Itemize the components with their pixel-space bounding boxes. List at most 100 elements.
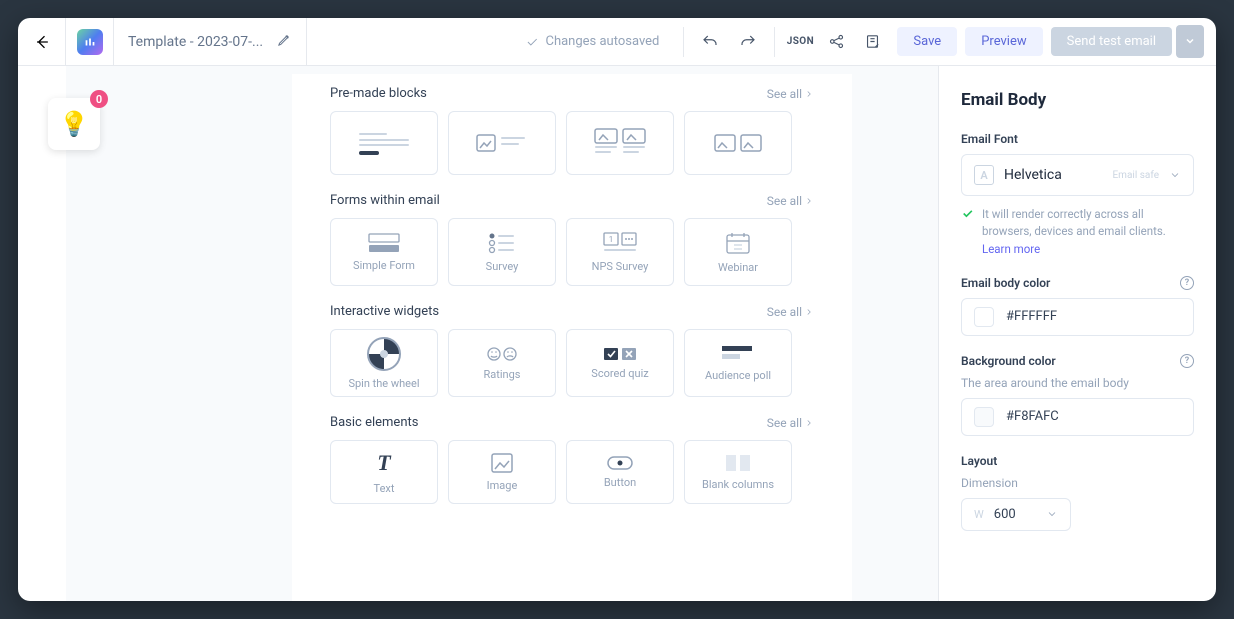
arrow-left-icon <box>32 32 52 52</box>
edit-title-button[interactable] <box>277 32 292 51</box>
json-button[interactable]: JSON <box>783 18 817 66</box>
preview-button[interactable]: Preview <box>965 27 1042 56</box>
two-images-icon <box>713 133 763 153</box>
premade-block-3[interactable] <box>566 111 674 175</box>
app-logo <box>77 29 103 55</box>
chevron-right-icon <box>804 196 814 206</box>
save-button[interactable]: Save <box>897 27 957 56</box>
see-all-button[interactable]: See all <box>767 87 814 101</box>
notes-button[interactable] <box>855 18 889 66</box>
send-label: Send test email <box>1067 34 1156 49</box>
tile-spin-the-wheel[interactable]: Spin the wheel <box>330 329 438 397</box>
canvas-area: Pre-made blocks See all <box>66 66 938 601</box>
tile-label: Ratings <box>484 368 521 381</box>
tile-button[interactable]: Button <box>566 440 674 504</box>
survey-icon <box>488 232 516 254</box>
tile-label: Survey <box>486 260 519 273</box>
bg-color-input[interactable]: #F8FAFC <box>961 398 1194 436</box>
back-button[interactable] <box>18 18 66 66</box>
share-button[interactable] <box>819 18 853 66</box>
chevron-down-icon <box>1169 169 1181 181</box>
font-value: Helvetica <box>1004 167 1103 183</box>
tile-webinar[interactable]: Webinar <box>684 218 792 286</box>
see-all-button[interactable]: See all <box>767 194 814 208</box>
tile-audience-poll[interactable]: Audience poll <box>684 329 792 397</box>
notes-icon <box>864 33 881 50</box>
font-icon: A <box>974 165 994 185</box>
premade-block-4[interactable] <box>684 111 792 175</box>
chevron-right-icon <box>804 307 814 317</box>
tile-text[interactable]: T Text <box>330 440 438 504</box>
left-rail: 💡 0 <box>18 66 66 601</box>
premade-block-1[interactable] <box>330 111 438 175</box>
quiz-icon <box>603 347 637 361</box>
image-icon <box>491 453 513 473</box>
help-icon[interactable]: ? <box>1180 276 1194 290</box>
help-icon[interactable]: ? <box>1180 354 1194 368</box>
send-test-email-button[interactable]: Send test email <box>1051 27 1172 56</box>
tile-blank-columns[interactable]: Blank columns <box>684 440 792 504</box>
dimension-select[interactable]: W 600 <box>961 498 1071 531</box>
tile-nps-survey[interactable]: 1 NPS Survey <box>566 218 674 286</box>
tile-ratings[interactable]: Ratings <box>448 329 556 397</box>
poll-icon <box>721 345 755 363</box>
ideas-badge: 0 <box>90 90 108 108</box>
learn-more-link[interactable]: Learn more <box>982 242 1040 256</box>
image-text-icon <box>475 129 529 157</box>
tile-image[interactable]: Image <box>448 440 556 504</box>
ideas-button[interactable]: 💡 0 <box>48 98 100 150</box>
form-icon <box>368 233 400 253</box>
section-forms: Forms within email See all Simple Form <box>330 193 814 286</box>
nps-icon: 1 <box>603 232 637 254</box>
redo-button[interactable] <box>730 18 766 66</box>
tile-simple-form[interactable]: Simple Form <box>330 218 438 286</box>
autosave-label: Changes autosaved <box>545 34 659 49</box>
send-dropdown-button[interactable] <box>1176 25 1204 58</box>
logo-cell <box>66 18 114 66</box>
bg-color-label: Background color ? <box>961 354 1194 368</box>
see-all-button[interactable]: See all <box>767 305 814 319</box>
tile-label: Text <box>374 482 395 495</box>
tile-label: Button <box>604 476 636 489</box>
text-block-icon <box>357 129 411 157</box>
dimension-value: 600 <box>994 507 1036 522</box>
font-tag: Email safe <box>1113 170 1160 181</box>
tile-label: Audience poll <box>705 369 771 382</box>
template-title-cell: Template - 2023-07-... <box>114 18 307 65</box>
see-all-button[interactable]: See all <box>767 416 814 430</box>
bg-color-description: The area around the email body <box>961 376 1194 390</box>
tile-label: Spin the wheel <box>348 377 419 390</box>
pencil-icon <box>277 32 292 47</box>
two-cards-icon <box>591 127 649 159</box>
tile-label: Simple Form <box>353 259 415 272</box>
tile-label: Webinar <box>718 261 758 274</box>
undo-button[interactable] <box>692 18 728 66</box>
check-icon <box>961 207 974 258</box>
tile-label: Image <box>487 479 518 492</box>
body-color-label: Email body color ? <box>961 276 1194 290</box>
divider <box>683 27 684 57</box>
font-select[interactable]: A Helvetica Email safe <box>961 154 1194 196</box>
redo-icon <box>739 33 757 51</box>
dimension-label: Dimension <box>961 476 1194 490</box>
body-color-input[interactable]: #FFFFFF <box>961 298 1194 336</box>
section-title: Basic elements <box>330 415 418 430</box>
button-icon <box>607 456 633 470</box>
chevron-down-icon <box>1184 35 1196 47</box>
lightbulb-icon: 💡 <box>59 110 89 138</box>
share-icon <box>828 33 845 50</box>
tile-survey[interactable]: Survey <box>448 218 556 286</box>
font-hint: It will render correctly across all brow… <box>961 206 1194 258</box>
ratings-icon <box>485 346 519 362</box>
template-title: Template - 2023-07-... <box>128 34 263 50</box>
section-title: Interactive widgets <box>330 304 439 319</box>
tile-scored-quiz[interactable]: Scored quiz <box>566 329 674 397</box>
body-color-swatch <box>974 307 994 327</box>
panel-title: Email Body <box>961 90 1194 110</box>
header-right: JSON Save Preview Send test email <box>677 18 1204 66</box>
premade-block-2[interactable] <box>448 111 556 175</box>
section-title: Pre-made blocks <box>330 86 427 101</box>
tile-label: NPS Survey <box>592 260 649 273</box>
columns-icon <box>725 454 751 472</box>
bg-color-value: #F8FAFC <box>1006 409 1059 424</box>
